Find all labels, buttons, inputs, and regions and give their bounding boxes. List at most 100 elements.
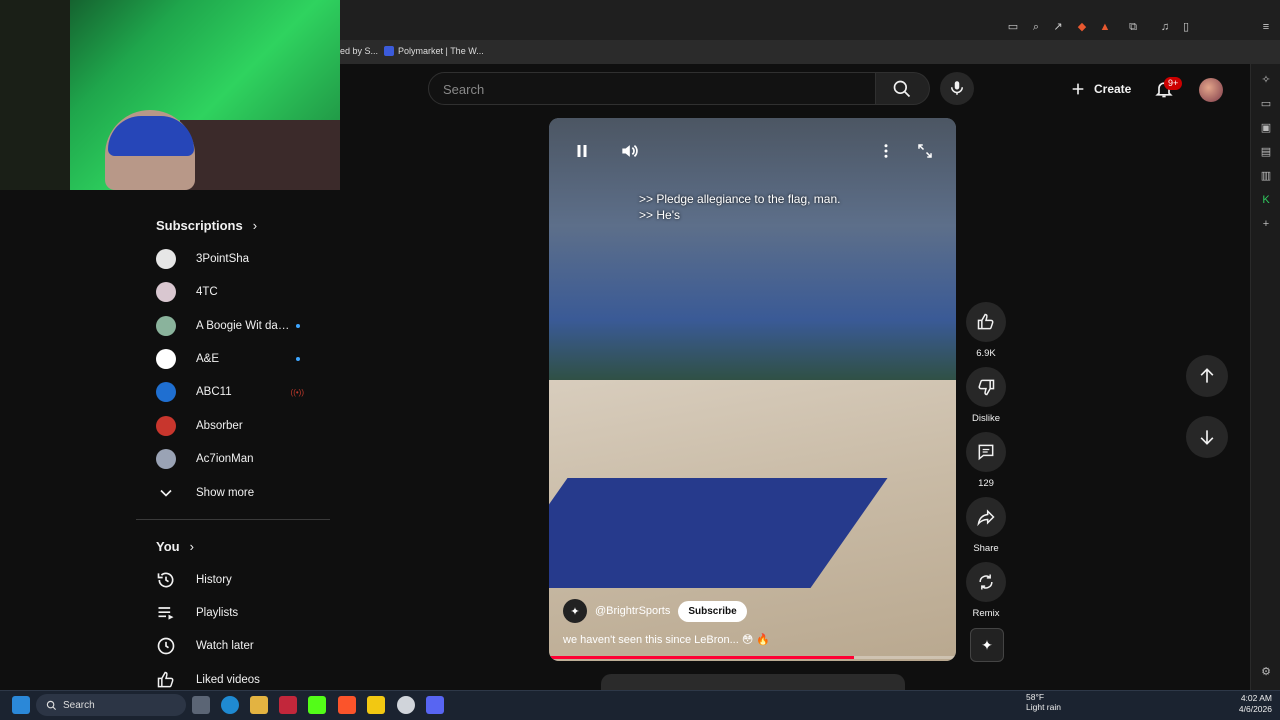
settings-gear-icon[interactable]: ⚙ (1260, 666, 1272, 678)
zoom-icon[interactable]: ⌕ (1030, 21, 1042, 33)
weather-temp: 58°F (1026, 692, 1045, 702)
task-view-icon[interactable] (192, 696, 210, 714)
share-button[interactable]: Share (966, 497, 1006, 554)
create-button[interactable]: Create (1062, 75, 1140, 103)
subscriptions-header[interactable]: Subscriptions › (156, 218, 257, 233)
reading-list-icon[interactable]: ▥ (1260, 170, 1272, 182)
subscription-item[interactable]: 3PointSha (156, 246, 326, 272)
guide-item-history[interactable]: History (156, 567, 326, 593)
fullscreen-icon[interactable] (916, 142, 934, 160)
guide-item-label: Playlists (196, 607, 239, 619)
liked-videos-icon (157, 671, 174, 688)
media-controls-icon[interactable]: ♫ (1159, 21, 1171, 33)
caption-line: >> He's (639, 208, 680, 222)
weather-widget[interactable]: 58°F Light rain (1006, 692, 1061, 712)
chevron-right-icon: › (252, 218, 258, 233)
caption-line: >> Pledge allegiance to the flag, man. (639, 192, 841, 206)
previous-short-button[interactable] (1186, 355, 1228, 397)
kick-app-icon[interactable] (308, 696, 326, 714)
chevron-right-icon: › (189, 539, 194, 554)
you-header[interactable]: You › (156, 539, 194, 554)
subscription-item[interactable]: 4TC (156, 279, 326, 305)
obs-icon[interactable] (397, 696, 415, 714)
adobe-icon[interactable] (279, 696, 297, 714)
captions: >> Pledge allegiance to the flag, man. >… (639, 191, 840, 223)
subscription-item[interactable]: ABC11 ((•)) (156, 379, 326, 405)
add-panel-icon[interactable]: + (1260, 218, 1272, 230)
plus-icon (1072, 83, 1084, 95)
subscription-item[interactable]: Ac7ionMan (156, 446, 326, 472)
channel-name[interactable]: @BrightrSports (595, 605, 670, 617)
bookmark-item[interactable]: ed by S... (340, 46, 378, 56)
channel-avatar[interactable]: ✦ (563, 599, 587, 623)
channel-avatar (156, 448, 176, 469)
remix-label: Remix (972, 608, 1000, 619)
channel-thumbnail[interactable]: ✦ (970, 628, 1004, 662)
you-title: You (156, 539, 180, 554)
short-title[interactable]: we haven't seen this since LeBron... 😳 🔥 (563, 633, 770, 646)
cast-icon[interactable]: ▭ (1007, 21, 1019, 33)
discord-icon[interactable] (426, 696, 444, 714)
comment-icon (978, 444, 994, 461)
clock-time: 4:02 AM (1240, 693, 1272, 703)
file-explorer-icon[interactable] (250, 696, 268, 714)
history-icon (157, 572, 174, 588)
next-short-preview[interactable] (601, 674, 905, 690)
guide-item-playlists[interactable]: Playlists (156, 600, 326, 626)
subscription-item[interactable]: A&E (156, 346, 326, 372)
playlist-icon[interactable]: ▭ (1260, 98, 1272, 110)
taskbar-search-label: Search (63, 699, 95, 711)
channel-avatar (156, 382, 176, 403)
polymarket-icon (384, 46, 394, 56)
voice-search-button[interactable] (940, 72, 974, 105)
subscription-label: ABC11 (196, 386, 232, 399)
wallet-icon[interactable]: ▣ (1260, 122, 1272, 134)
more-options-icon[interactable] (877, 142, 895, 160)
pause-icon[interactable] (573, 142, 591, 160)
brave-rewards-icon[interactable]: ▲ (1099, 21, 1111, 33)
system-clock[interactable]: 4:02 AM 4/6/2026 (1226, 693, 1272, 715)
windows-start-icon[interactable] (12, 696, 30, 714)
browser-menu-icon[interactable]: ≡ (1260, 21, 1272, 33)
webcam-background (0, 0, 70, 190)
dislike-button[interactable]: Dislike (966, 367, 1006, 424)
watch-later-icon (157, 637, 175, 655)
kick-icon[interactable]: K (1260, 194, 1272, 206)
guide-item-label: Watch later (196, 640, 254, 652)
subscribe-button[interactable]: Subscribe (678, 600, 747, 622)
subscription-item[interactable]: Absorber (156, 413, 326, 439)
next-short-button[interactable] (1186, 416, 1228, 458)
brave-icon[interactable] (338, 696, 356, 714)
bookmarks-icon[interactable]: ▤ (1260, 146, 1272, 158)
guide-item-label: History (196, 574, 232, 586)
taskbar-search[interactable]: Search (36, 694, 186, 716)
remix-button[interactable]: Remix (966, 562, 1006, 619)
dislike-label: Dislike (972, 413, 1000, 424)
notification-badge: 9+ (1164, 77, 1183, 90)
channel-row: ✦ @BrightrSports Subscribe (563, 599, 747, 623)
account-avatar[interactable] (1199, 78, 1223, 102)
search-icon (893, 80, 911, 98)
new-content-dot (296, 323, 300, 328)
webcam-overlay (0, 0, 340, 190)
edge-icon[interactable] (221, 696, 239, 714)
channel-avatar (156, 249, 176, 269)
brave-shield-icon[interactable]: ◆ (1076, 21, 1088, 33)
guide-item-watch-later[interactable]: Watch later (156, 633, 326, 659)
microphone-icon (951, 81, 963, 95)
like-button[interactable]: 6.9K (966, 302, 1006, 359)
volume-icon[interactable] (618, 141, 640, 161)
extensions-icon[interactable]: ⧉ (1127, 21, 1139, 33)
subscription-item[interactable]: A Boogie Wit da ... (156, 313, 326, 339)
sidebar-toggle-icon[interactable]: ▯ (1180, 21, 1192, 33)
rockstar-icon[interactable] (367, 696, 385, 714)
leo-ai-icon[interactable]: ✧ (1260, 74, 1272, 86)
thumbs-up-icon (977, 313, 994, 330)
share-page-icon[interactable]: ↗ (1052, 21, 1064, 33)
search-input[interactable]: Search (428, 72, 876, 105)
shorts-player[interactable]: >> Pledge allegiance to the flag, man. >… (549, 118, 956, 661)
show-more-button[interactable]: Show more (156, 480, 326, 506)
comments-button[interactable]: 129 (966, 432, 1006, 489)
bookmark-item[interactable]: Polymarket | The W... (384, 46, 484, 56)
search-button[interactable] (876, 72, 930, 105)
